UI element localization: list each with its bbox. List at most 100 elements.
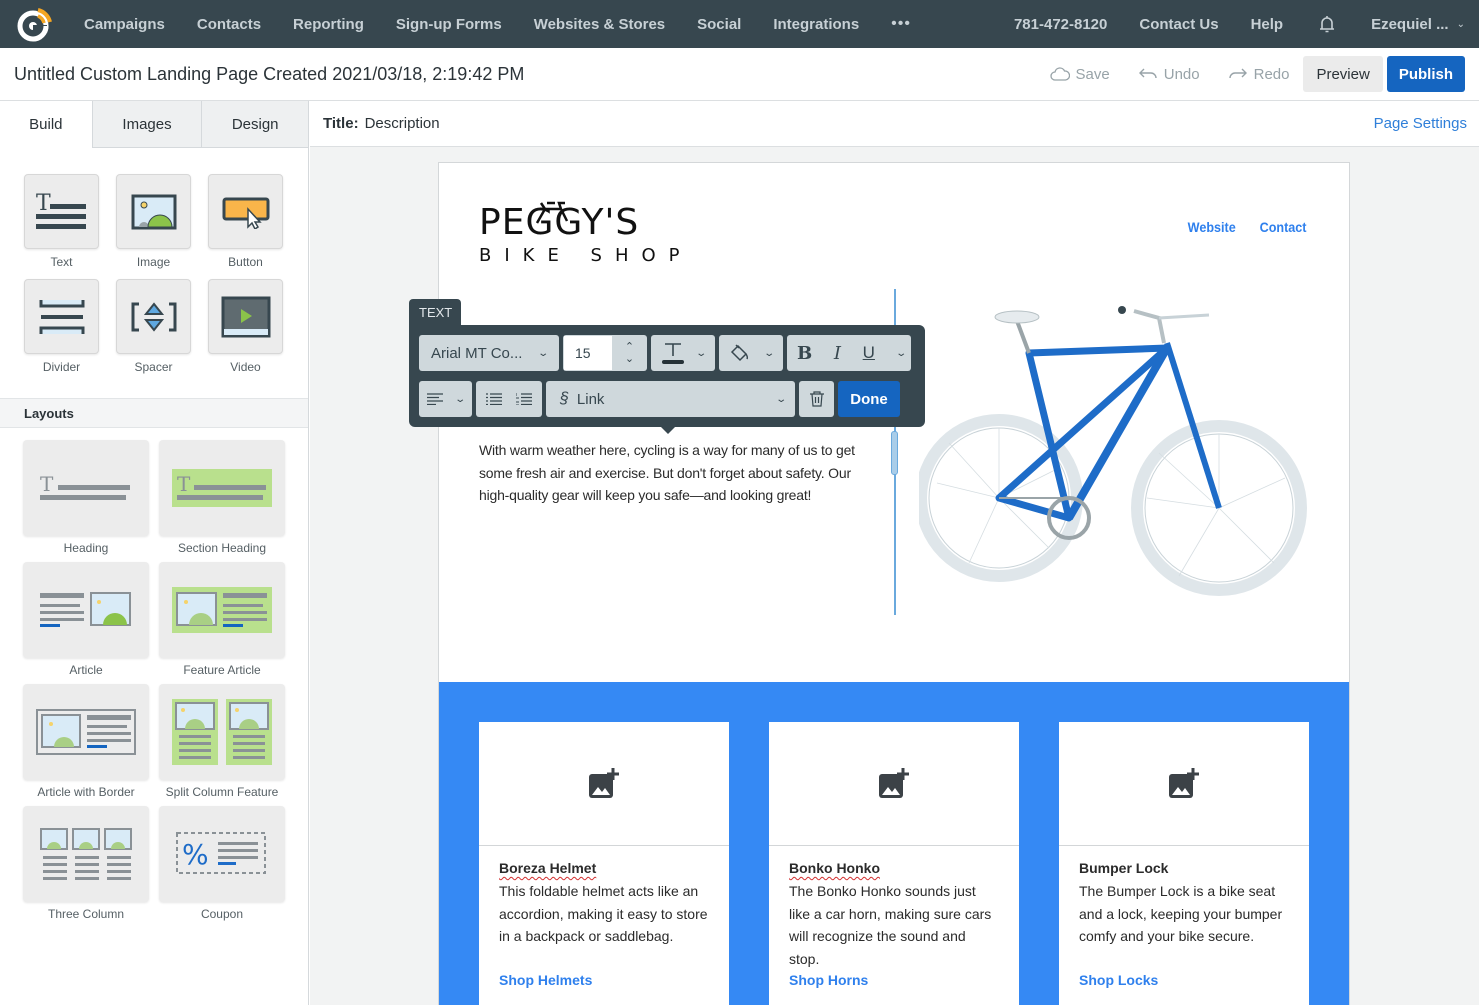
chevron-down-icon[interactable]: ⌄: [1457, 19, 1465, 30]
add-image-icon: [589, 767, 619, 798]
nav-help[interactable]: Help: [1235, 16, 1300, 33]
layout-three-column[interactable]: Three Column: [23, 806, 149, 921]
italic-icon[interactable]: I: [834, 343, 841, 364]
align-select[interactable]: ⌄: [419, 381, 472, 417]
numbered-list-icon[interactable]: [516, 393, 532, 405]
block-button[interactable]: Button: [208, 174, 283, 269]
image-placeholder[interactable]: [1059, 722, 1309, 846]
underline-icon[interactable]: U: [863, 343, 875, 363]
font-family-select[interactable]: Arial MT Co... ⌄: [419, 335, 559, 371]
bold-icon[interactable]: B: [797, 343, 812, 364]
brand-tagline: BIKE SHOP: [479, 245, 693, 266]
body-text[interactable]: With warm weather here, cycling is a way…: [479, 439, 869, 507]
nav-social[interactable]: Social: [681, 16, 757, 33]
layout-section-heading[interactable]: T Section Heading: [159, 440, 285, 555]
block-spacer[interactable]: Spacer: [116, 279, 191, 374]
undo-icon: [1138, 68, 1157, 79]
more-icon[interactable]: •••: [875, 15, 927, 33]
bell-icon[interactable]: [1317, 14, 1337, 34]
shop-link[interactable]: Shop Locks: [1079, 972, 1158, 988]
column-resize-handle[interactable]: [891, 431, 898, 475]
font-size-stepper[interactable]: 15 ⌃ ⌄: [563, 335, 647, 371]
preview-button[interactable]: Preview: [1303, 56, 1383, 92]
block-video[interactable]: Video: [208, 279, 283, 374]
heading-layout-icon: T: [23, 440, 149, 536]
button-block-icon: [208, 174, 283, 249]
add-image-icon: [879, 767, 909, 798]
sidebar-tabs: Build Images Design: [0, 101, 308, 148]
tab-build[interactable]: Build: [0, 101, 92, 148]
tab-images[interactable]: Images: [91, 101, 202, 148]
block-label: Image: [136, 255, 171, 269]
product-description[interactable]: The Bumper Lock is a bike seat and a loc…: [1079, 880, 1289, 948]
block-image[interactable]: Image: [116, 174, 191, 269]
bicycle-image[interactable]: [919, 293, 1319, 613]
bicycle-logo-icon: [535, 201, 569, 224]
shop-link[interactable]: Shop Horns: [789, 972, 868, 988]
text-color-icon: [662, 343, 684, 364]
shop-link[interactable]: Shop Helmets: [499, 972, 592, 988]
redo-button[interactable]: Redo: [1228, 66, 1289, 83]
undo-button[interactable]: Undo: [1138, 66, 1200, 83]
font-size-input[interactable]: 15: [564, 336, 612, 370]
nav-signup-forms[interactable]: Sign-up Forms: [380, 16, 518, 33]
block-divider[interactable]: Divider: [24, 279, 99, 374]
nav-reporting[interactable]: Reporting: [277, 16, 380, 33]
chevron-down-icon: ⌄: [694, 347, 707, 359]
title-bar: Untitled Custom Landing Page Created 202…: [0, 48, 1479, 101]
save-button[interactable]: Save: [1049, 66, 1110, 83]
video-block-icon: [208, 279, 283, 354]
block-text[interactable]: T Text: [24, 174, 99, 269]
layout-coupon[interactable]: % Coupon: [159, 806, 285, 921]
product-description[interactable]: This foldable helmet acts like an accord…: [499, 880, 709, 948]
link-select[interactable]: § Link ⌄: [546, 381, 795, 417]
layout-article-with-border[interactable]: Article with Border: [23, 684, 149, 799]
bullet-list-icon[interactable]: [486, 393, 502, 405]
header-links: Website Contact: [1167, 219, 1309, 235]
chevron-down-icon[interactable]: ⌄: [895, 348, 907, 359]
layout-split-column-feature[interactable]: Split Column Feature: [159, 684, 285, 799]
block-label: Button: [228, 255, 263, 269]
tab-design[interactable]: Design: [201, 101, 308, 148]
nav-contact-us[interactable]: Contact Us: [1123, 16, 1234, 33]
nav-integrations[interactable]: Integrations: [757, 16, 875, 33]
product-card: Boreza Helmet This foldable helmet acts …: [479, 722, 729, 1005]
block-label: Video: [230, 360, 261, 374]
page-title[interactable]: Untitled Custom Landing Page Created 202…: [14, 64, 524, 85]
block-label: Spacer: [134, 360, 173, 374]
layout-feature-article[interactable]: Feature Article: [159, 562, 285, 677]
layout-heading[interactable]: T Heading: [23, 440, 149, 555]
font-family-value: Arial MT Co...: [431, 344, 523, 362]
product-section: Boreza Helmet This foldable helmet acts …: [439, 682, 1349, 1005]
delete-button[interactable]: [799, 381, 834, 417]
undo-label: Undo: [1163, 65, 1200, 83]
logo-icon[interactable]: [14, 4, 54, 44]
image-placeholder[interactable]: [769, 722, 1019, 846]
text-color-select[interactable]: ⌄: [651, 335, 715, 371]
article-with-border-layout-icon: [23, 684, 149, 780]
chevron-down-icon[interactable]: ⌄: [625, 353, 634, 365]
layout-article[interactable]: Article: [23, 562, 149, 677]
svg-text:T: T: [177, 472, 191, 496]
nav-campaigns[interactable]: Campaigns: [68, 16, 181, 33]
nav-contacts[interactable]: Contacts: [181, 16, 277, 33]
nav-websites-stores[interactable]: Websites & Stores: [518, 16, 681, 33]
brand-logo[interactable]: PEGGY'S BIKE SHOP: [479, 201, 693, 266]
image-placeholder[interactable]: [479, 722, 729, 846]
publish-button[interactable]: Publish: [1386, 56, 1465, 92]
title-value[interactable]: Description: [365, 115, 440, 132]
background-color-select[interactable]: ⌄: [719, 335, 783, 371]
title-label: Title:: [323, 115, 359, 132]
done-button[interactable]: Done: [838, 381, 900, 417]
block-palette: T Text Image Button Divider Spacer Video: [0, 148, 308, 374]
product-title[interactable]: Boreza Helmet: [499, 860, 709, 876]
contact-link[interactable]: Contact: [1259, 219, 1306, 235]
user-menu[interactable]: Ezequiel ...: [1355, 16, 1449, 33]
font-size-arrows[interactable]: ⌃ ⌄: [612, 341, 647, 365]
chevron-up-icon[interactable]: ⌃: [625, 341, 634, 353]
product-description[interactable]: The Bonko Honko sounds just like a car h…: [789, 880, 999, 970]
page-settings-link[interactable]: Page Settings: [1374, 115, 1467, 132]
product-title[interactable]: Bonko Honko: [789, 860, 999, 876]
website-link[interactable]: Website: [1188, 219, 1236, 235]
product-title[interactable]: Bumper Lock: [1079, 860, 1289, 876]
